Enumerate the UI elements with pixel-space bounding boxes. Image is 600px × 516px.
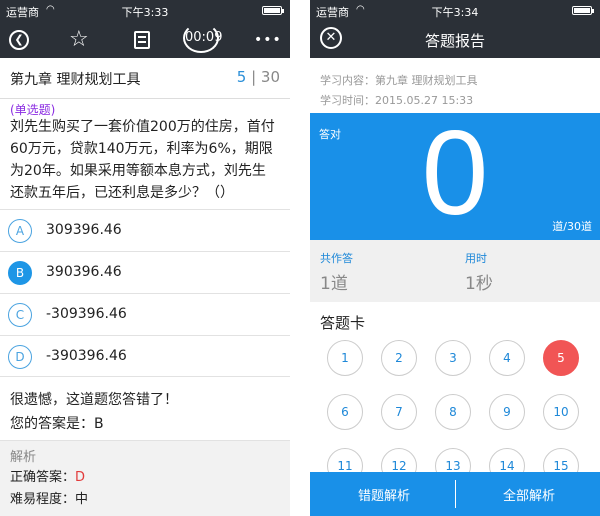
difficulty-row: 难易程度：中	[10, 488, 88, 507]
favorite-button[interactable]: ☆	[69, 29, 89, 51]
answer-feedback: 很遗憾，这道题您答错了！ 您的答案是：B	[0, 376, 290, 440]
your-answer-row: 您的答案是：B	[10, 413, 104, 433]
answer-card-item[interactable]: 1	[327, 340, 363, 376]
option-letter: A	[8, 219, 32, 243]
score-unit: 道/30道	[552, 220, 592, 233]
option-text: -390396.46	[46, 348, 127, 364]
your-answer-value: B	[94, 416, 104, 432]
answer-card-icon	[134, 31, 150, 49]
answer-card-item[interactable]: 6	[327, 394, 363, 430]
question-line: 为20年。如果采用等额本息方式，刘先生	[10, 163, 266, 179]
question-line: 刘先生购买了一套价值200万的住房，首付	[10, 119, 275, 135]
option-d[interactable]: D -390396.46	[0, 335, 290, 376]
time-used-value: 1秒	[465, 274, 493, 294]
chapter-title: 第九章 理财规划工具	[10, 72, 141, 88]
left-screen: 运营商 ◠ 下午3:33 ❮ ☆ 00:09 ••• 第九章 理财规划工具 5	[0, 0, 290, 516]
timer-icon: 00:09	[183, 23, 223, 53]
answer-card-item[interactable]: 9	[489, 394, 525, 430]
answer-card-item[interactable]: 2	[381, 340, 417, 376]
battery-icon	[572, 6, 594, 15]
correct-answer-label: 正确答案：	[10, 470, 76, 485]
option-letter: B	[8, 261, 32, 285]
timer-button[interactable]: 00:09	[183, 23, 222, 53]
answer-card-item[interactable]: 10	[543, 394, 579, 430]
status-time: 下午3:34	[431, 6, 479, 19]
more-button[interactable]: •••	[254, 29, 282, 51]
battery-icon	[262, 6, 284, 15]
answer-card-title: 答题卡	[320, 314, 366, 332]
question-text: 刘先生购买了一套价值200万的住房，首付 60万元，贷款140万元，利率为6%，…	[10, 116, 285, 204]
option-letter: C	[8, 303, 32, 327]
more-icon: •••	[254, 32, 282, 48]
answer-card-item[interactable]: 3	[435, 340, 471, 376]
question-line: 还款五年后，已还利息是多少？（）	[10, 185, 234, 201]
total-questions: 30	[260, 68, 280, 86]
report-header: ✕ 答题报告	[310, 22, 600, 58]
difficulty-value: 中	[75, 492, 89, 507]
option-b[interactable]: B 390396.46	[0, 251, 290, 292]
stats-panel: 共作答 1道 用时 1秒	[310, 240, 600, 302]
answer-card-item[interactable]: 7	[381, 394, 417, 430]
bottom-actions: 错题解析 全部解析	[310, 472, 600, 516]
option-a[interactable]: A 309396.46	[0, 209, 290, 250]
back-button[interactable]: ❮	[9, 29, 29, 51]
analysis-heading: 解析	[10, 450, 37, 465]
time-used-label: 用时	[465, 252, 487, 265]
your-answer-label: 您的答案是：	[10, 416, 94, 432]
chapter-bar: 第九章 理财规划工具 5 | 30	[0, 58, 290, 99]
answer-card-item[interactable]: 4	[489, 340, 525, 376]
status-time: 下午3:33	[121, 6, 169, 19]
option-c[interactable]: C -309396.46	[0, 293, 290, 334]
feedback-message: 很遗憾，这道题您答错了！	[10, 392, 178, 408]
answer-card-item[interactable]: 5	[543, 340, 579, 376]
option-text: 390396.46	[46, 264, 122, 280]
study-content: 学习内容：第九章 理财规划工具	[320, 74, 478, 87]
analysis-section: 解析 正确答案：D 难易程度：中	[0, 440, 290, 516]
back-icon: ❮	[9, 30, 29, 50]
right-screen: 运营商 ◠ 下午3:34 ✕ 答题报告 学习内容：第九章 理财规划工具 学习时间…	[310, 0, 600, 516]
question-line: 60万元，贷款140万元，利率为6%，期限	[10, 141, 273, 157]
answered-value: 1道	[320, 274, 348, 294]
correct-answer-value: D	[75, 470, 86, 485]
progress-separator: |	[251, 68, 257, 86]
difficulty-label: 难易程度：	[10, 492, 76, 507]
option-text: 309396.46	[46, 222, 122, 238]
star-icon: ☆	[69, 27, 89, 52]
report-title: 答题报告	[424, 32, 485, 50]
correct-answer-row: 正确答案：D	[10, 466, 85, 485]
status-bar: 运营商 ◠ 下午3:34	[310, 0, 600, 22]
question-toolbar: ❮ ☆ 00:09 •••	[0, 22, 290, 58]
all-analysis-button[interactable]: 全部解析	[503, 485, 555, 504]
answered-label: 共作答	[320, 252, 353, 265]
status-bar: 运营商 ◠ 下午3:33	[0, 0, 290, 22]
divider	[455, 480, 456, 508]
score-panel: 答对 0 道/30道	[310, 106, 600, 240]
wrong-analysis-button[interactable]: 错题解析	[358, 485, 410, 504]
question-progress: 5 | 30	[237, 68, 280, 86]
answer-card-item[interactable]: 8	[435, 394, 471, 430]
answer-card-button[interactable]	[134, 29, 150, 51]
current-question: 5	[236, 68, 247, 86]
option-letter: D	[8, 345, 32, 369]
timer-value: 00:09	[185, 30, 223, 45]
option-text: -309396.46	[46, 306, 127, 322]
